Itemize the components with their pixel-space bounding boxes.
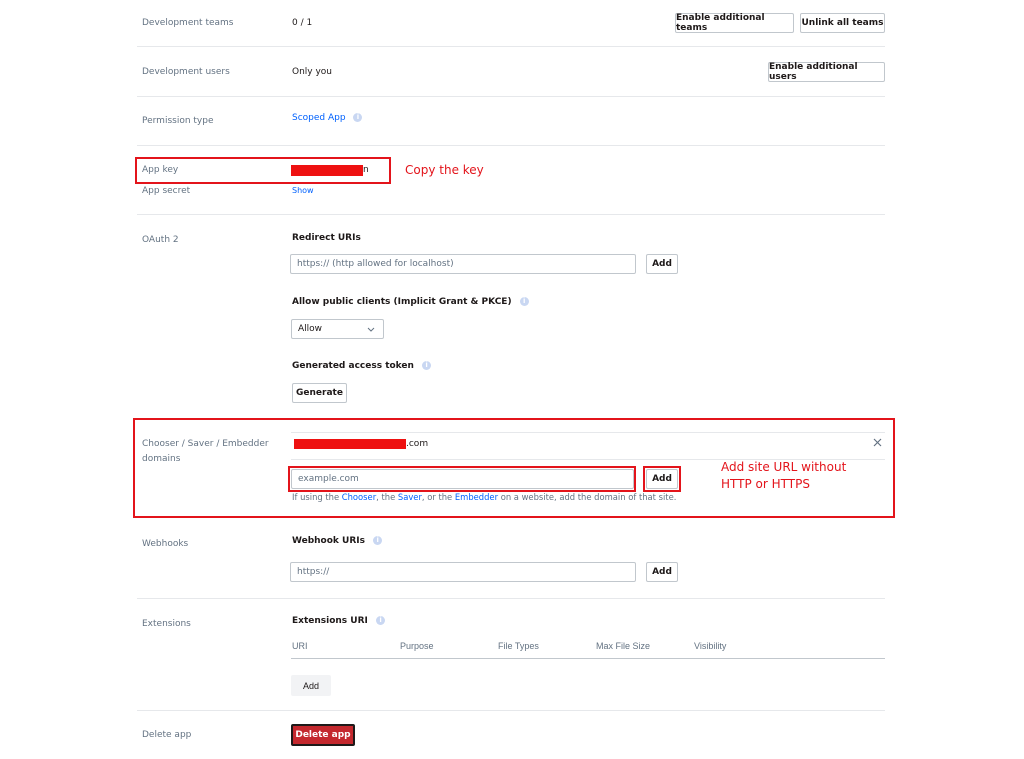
generated-token-heading: Generated access token i [292,361,432,371]
webhook-add-button[interactable]: Add [646,562,678,582]
oauth-label: OAuth 2 [142,235,179,245]
delete-app-label: Delete app [142,730,192,740]
extensions-add-button[interactable]: Add [291,675,331,696]
generated-token-label: Generated access token [292,361,414,371]
generate-token-button[interactable]: Generate [292,383,347,403]
extensions-uri-heading: Extensions URI i [292,616,386,626]
divider [137,710,885,711]
webhook-uris-heading: Webhook URIs i [292,536,383,546]
dev-teams-label: Development teams [142,18,234,28]
public-clients-heading: Allow public clients (Implicit Grant & P… [292,297,529,307]
extensions-label: Extensions [142,619,191,629]
public-clients-label: Allow public clients (Implicit Grant & P… [292,297,512,307]
extensions-uri-label: Extensions URI [292,616,368,626]
public-clients-select-value: Allow [298,324,323,334]
divider [137,214,885,215]
add-site-annotation-line1: Add site URL without [721,460,847,474]
domain-add-highlight-box [643,466,681,492]
column-header-max-file-size: Max File Size [596,641,651,651]
add-site-annotation-line2: HTTP or HTTPS [721,477,810,491]
webhook-uris-label: Webhook URIs [292,536,365,546]
delete-app-button[interactable]: Delete app [291,724,355,746]
info-icon[interactable]: i [519,297,529,306]
extensions-table-divider [291,658,885,659]
divider [137,46,885,47]
info-icon[interactable]: i [373,536,383,545]
column-header-visibility: Visibility [694,641,727,651]
app-key-highlight-box [135,157,391,184]
webhook-uri-input[interactable]: https:// [290,562,636,582]
app-secret-label: App secret [142,186,191,196]
dev-teams-value: 0 / 1 [292,18,313,28]
domain-input-highlight-box [288,466,636,492]
redirect-add-button[interactable]: Add [646,254,678,274]
redirect-uri-input[interactable]: https:// (http allowed for localhost) [290,254,636,274]
info-icon[interactable]: i [422,361,432,370]
divider [137,96,885,97]
add-site-annotation: Add site URL without HTTP or HTTPS [721,459,846,493]
divider [137,145,885,146]
column-header-purpose: Purpose [400,641,434,651]
permission-type-label: Permission type [142,116,214,126]
dev-users-label: Development users [142,67,230,77]
redirect-uris-heading: Redirect URIs [292,233,361,243]
app-secret-show-link[interactable]: Show [292,186,314,195]
public-clients-select[interactable]: Allow [291,319,384,339]
permission-type-value[interactable]: Scoped App i [292,113,363,123]
column-header-uri: URI [292,641,308,651]
enable-additional-users-button[interactable]: Enable additional users [768,62,885,82]
copy-key-annotation: Copy the key [405,163,484,177]
enable-additional-teams-button[interactable]: Enable additional teams [675,13,794,33]
info-icon[interactable]: i [376,616,386,625]
permission-type-link[interactable]: Scoped App [292,113,346,123]
webhooks-label: Webhooks [142,539,189,549]
column-header-file-types: File Types [498,641,539,651]
chevron-down-icon [367,327,375,332]
dev-users-value: Only you [292,67,333,77]
unlink-all-teams-button[interactable]: Unlink all teams [800,13,885,33]
divider [137,598,885,599]
info-icon[interactable]: i [353,113,363,122]
